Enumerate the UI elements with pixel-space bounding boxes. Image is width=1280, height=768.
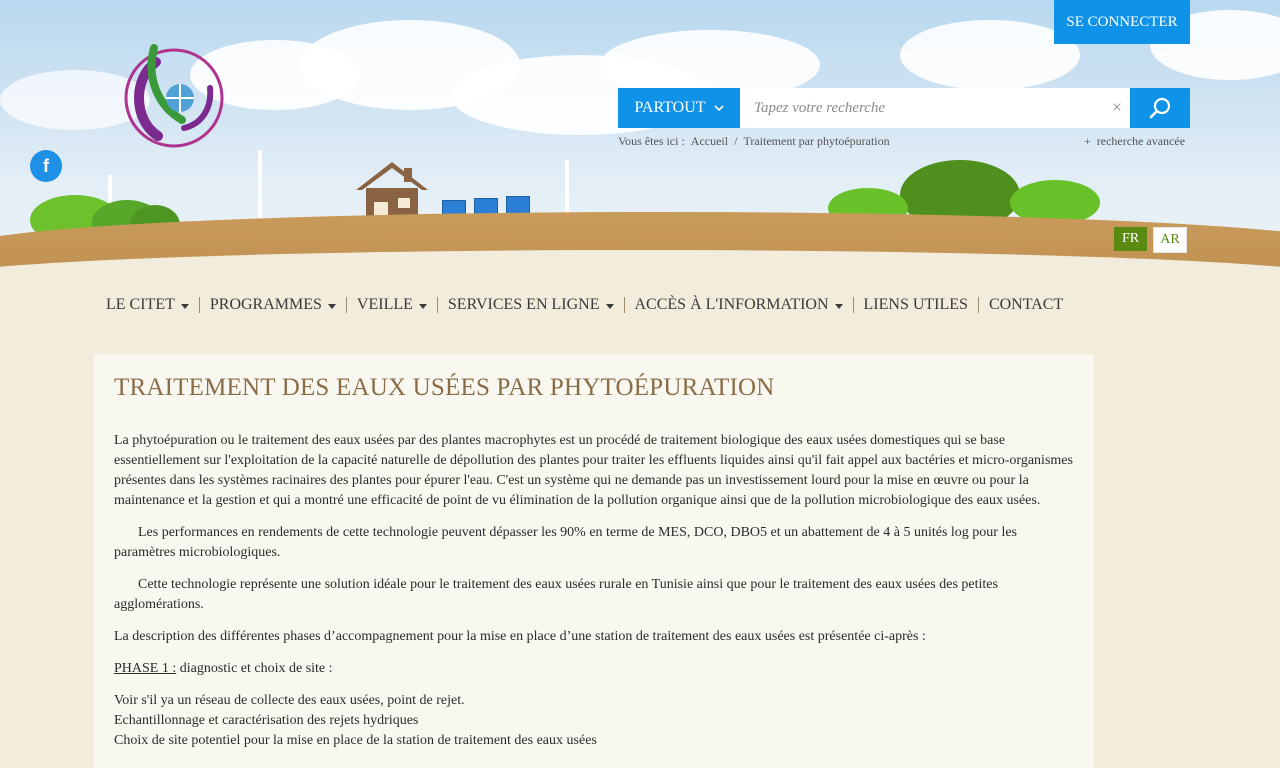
- breadcrumb-prefix: Vous êtes ici :: [618, 134, 685, 148]
- nav-contact[interactable]: CONTACT: [979, 297, 1073, 313]
- advanced-search-label: recherche avancée: [1096, 134, 1186, 148]
- nav-label: SERVICES EN LIGNE: [447, 296, 600, 313]
- search-field: ×: [740, 88, 1130, 128]
- breadcrumb-current: Traitement par phytoépuration: [743, 134, 890, 148]
- nav-acces-information[interactable]: ACCÈS À L'INFORMATION: [625, 297, 854, 313]
- login-button[interactable]: SE CONNECTER: [1054, 0, 1190, 44]
- nav-label: LE CITET: [106, 296, 175, 313]
- main-nav: LE CITET PROGRAMMES VEILLE SERVICES EN L…: [96, 292, 1073, 318]
- phase1-heading: PHASE 1 : diagnostic et choix de site :: [114, 659, 1074, 679]
- chevron-down-icon: [713, 105, 724, 112]
- page-title: TRAITEMENT DES EAUX USÉES PAR PHYTOÉPURA…: [114, 374, 775, 401]
- advanced-search-link[interactable]: + recherche avancée: [1084, 134, 1185, 149]
- breadcrumb: Vous êtes ici : Accueil / Traitement par…: [618, 134, 890, 149]
- phase1-label: PHASE 1 :: [114, 661, 177, 676]
- phase1-text: diagnostic et choix de site :: [176, 661, 333, 676]
- facebook-icon[interactable]: f: [30, 150, 62, 182]
- phase1-list: Voir s'il ya un réseau de collecte des e…: [114, 691, 1074, 751]
- list-item: Echantillonnage et caractérisation des r…: [114, 713, 419, 728]
- nav-label: LIENS UTILES: [863, 296, 968, 313]
- search-icon: [1149, 97, 1171, 119]
- nav-label: ACCÈS À L'INFORMATION: [634, 296, 829, 313]
- search-button[interactable]: [1130, 88, 1190, 128]
- lang-fr-button[interactable]: FR: [1114, 227, 1147, 251]
- citet-logo[interactable]: [98, 28, 240, 170]
- paragraph-intro: La phytoépuration ou le traitement des e…: [114, 433, 1073, 508]
- article-body: La phytoépuration ou le traitement des e…: [114, 431, 1074, 751]
- caret-down-icon: [327, 303, 336, 309]
- nav-le-citet[interactable]: LE CITET: [96, 297, 200, 313]
- plus-icon: +: [1084, 134, 1091, 148]
- breadcrumb-separator: /: [734, 134, 738, 148]
- caret-down-icon: [180, 303, 189, 309]
- paragraph-solution: Cette technologie représente une solutio…: [114, 577, 998, 612]
- lang-ar-button[interactable]: AR: [1153, 227, 1187, 253]
- caret-down-icon: [605, 303, 614, 309]
- caret-down-icon: [418, 303, 427, 309]
- list-item: Voir s'il ya un réseau de collecte des e…: [114, 693, 465, 708]
- nav-veille[interactable]: VEILLE: [347, 297, 438, 313]
- breadcrumb-home[interactable]: Accueil: [691, 134, 728, 149]
- search-bar: PARTOUT ×: [618, 88, 1190, 128]
- article-panel: TRAITEMENT DES EAUX USÉES PAR PHYTOÉPURA…: [94, 354, 1094, 768]
- nav-liens-utiles[interactable]: LIENS UTILES: [854, 297, 979, 313]
- clear-icon[interactable]: ×: [1112, 97, 1122, 118]
- scope-label: PARTOUT: [634, 99, 706, 116]
- page: f SE CONNECTER PARTOUT × Vous êtes ici :…: [0, 0, 1280, 768]
- nav-label: CONTACT: [988, 296, 1064, 313]
- nav-label: PROGRAMMES: [209, 296, 322, 313]
- search-scope-dropdown[interactable]: PARTOUT: [618, 88, 740, 128]
- paragraph-phases-intro: La description des différentes phases d’…: [114, 629, 926, 644]
- list-item: Choix de site potentiel pour la mise en …: [114, 733, 597, 748]
- nav-programmes[interactable]: PROGRAMMES: [200, 297, 347, 313]
- nav-services-en-ligne[interactable]: SERVICES EN LIGNE: [438, 297, 625, 313]
- caret-down-icon: [834, 303, 843, 309]
- search-input[interactable]: [752, 98, 1096, 118]
- paragraph-performance: Les performances en rendements de cette …: [114, 525, 1018, 560]
- nav-label: VEILLE: [356, 296, 413, 313]
